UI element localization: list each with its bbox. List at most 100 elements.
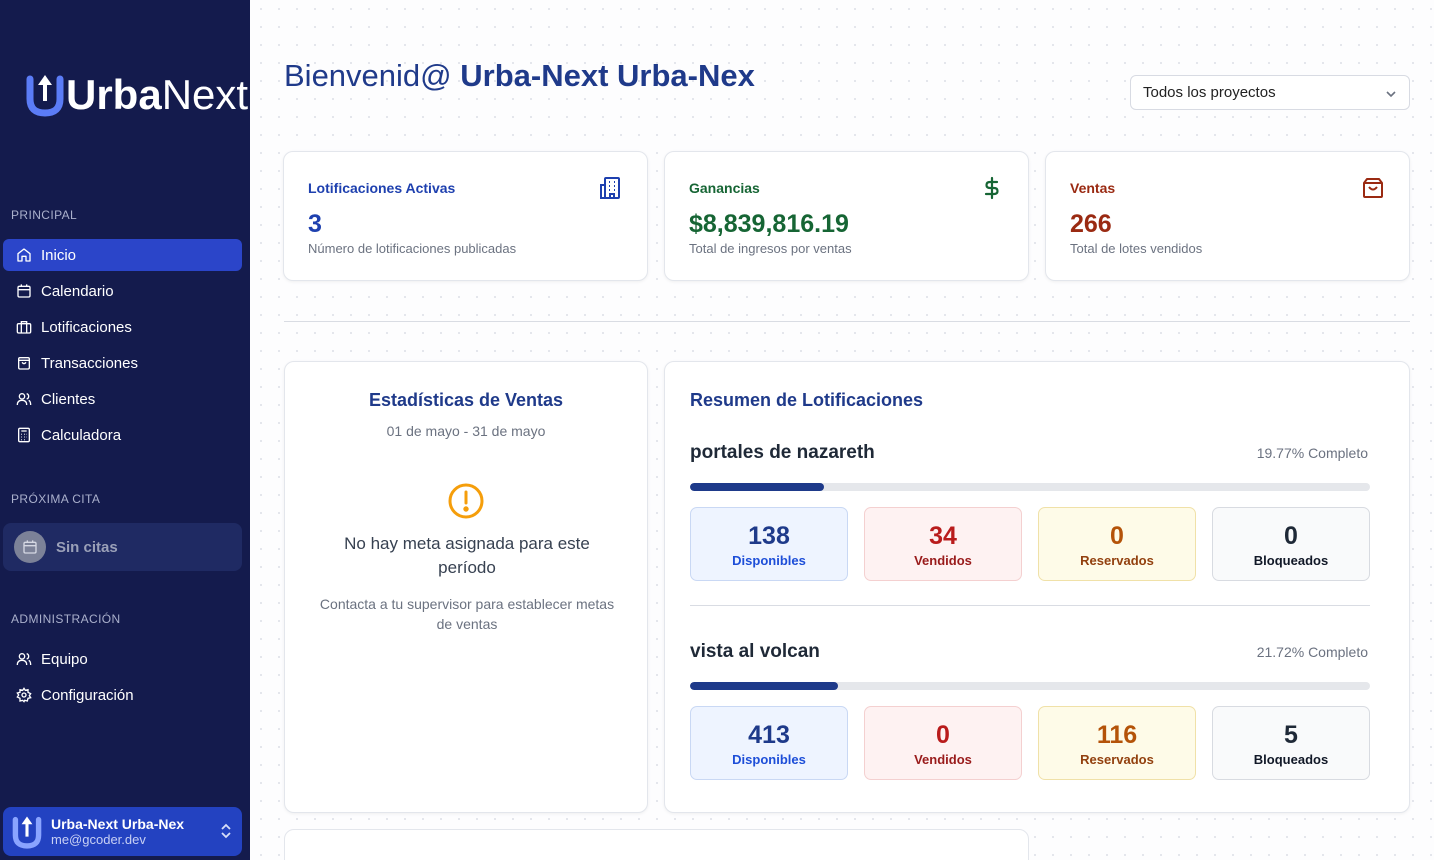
stat-box-label: Reservados (1080, 752, 1154, 767)
user-email: me@gcoder.dev (51, 832, 146, 847)
project-progress-bar (690, 682, 1370, 690)
appointment-status: Sin citas (56, 538, 118, 556)
project-completion: 19.77% Completo (1256, 445, 1368, 461)
stat-box-label: Vendidos (914, 553, 972, 568)
stat-box-value: 0 (936, 721, 950, 749)
sidebar-item-clientes[interactable]: Clientes (3, 383, 242, 415)
user-profile-menu[interactable]: Urba-Next Urba-Nex me@gcoder.dev (3, 807, 242, 856)
sidebar-item-configuracion[interactable]: Configuración (3, 679, 242, 711)
calculator-icon (15, 426, 33, 444)
user-name: Urba-Next Urba-Nex (51, 816, 185, 832)
stat-title: Lotificaciones Activas (308, 180, 456, 196)
gear-icon (15, 686, 33, 704)
stat-box-label: Vendidos (914, 752, 972, 767)
next-appointment-card[interactable]: Sin citas (3, 523, 242, 571)
lotificaciones-summary-panel: Resumen de Lotificaciones portales de na… (664, 361, 1410, 813)
stat-box-label: Bloqueados (1253, 553, 1329, 568)
sidebar-item-label: Lotificaciones (41, 318, 132, 336)
sidebar-item-label: Calendario (41, 282, 114, 300)
stat-box-vendidos: 34 Vendidos (864, 507, 1022, 581)
section-label-proxima-cita: PRÓXIMA CITA (11, 492, 101, 506)
project-progress-fill (690, 682, 838, 690)
stat-box-disponibles: 138 Disponibles (690, 507, 848, 581)
building-icon (15, 318, 33, 336)
stat-card-ganancias: Ganancias $8,839,816.19 Total de ingreso… (664, 151, 1029, 281)
shopping-bag-icon (15, 354, 33, 372)
sidebar: UrbaNext PRINCIPAL Inicio Calendario Lot… (0, 0, 250, 860)
sidebar-item-label: Equipo (41, 650, 88, 668)
home-icon (15, 246, 33, 264)
project-completion: 21.72% Completo (1256, 644, 1368, 660)
sidebar-item-equipo[interactable]: Equipo (3, 643, 242, 675)
stat-box-value: 34 (929, 522, 957, 550)
calendar-icon (14, 531, 46, 563)
section-label-administracion: ADMINISTRACIÓN (11, 612, 121, 626)
sidebar-item-transacciones[interactable]: Transacciones (3, 347, 242, 379)
chevron-up-down-icon (220, 822, 232, 845)
stat-value: 3 (308, 210, 322, 238)
calendar-icon (15, 282, 33, 300)
stat-box-reservados: 116 Reservados (1038, 706, 1196, 780)
stat-box-bloqueados: 5 Bloqueados (1212, 706, 1370, 780)
brand-logo[interactable]: UrbaNext (26, 70, 248, 120)
stat-box-value: 0 (1110, 522, 1124, 550)
stat-card-lotificaciones: Lotificaciones Activas 3 Número de lotif… (283, 151, 648, 281)
stat-box-bloqueados: 0 Bloqueados (1212, 507, 1370, 581)
stat-value: 266 (1070, 210, 1112, 238)
sidebar-item-label: Calculadora (41, 426, 122, 444)
sales-stats-date-range: 01 de mayo - 31 de mayo (386, 423, 546, 439)
sidebar-item-label: Inicio (41, 246, 77, 264)
greeting-text: Bienvenid@ (284, 58, 461, 93)
project-divider (690, 605, 1370, 606)
stat-box-value: 116 (1096, 721, 1138, 749)
urbanext-u-icon (26, 75, 64, 117)
sidebar-item-label: Transacciones (41, 354, 138, 372)
project-progress-fill (690, 483, 825, 491)
stat-value: $8,839,816.19 (689, 210, 849, 238)
stat-box-value: 5 (1284, 721, 1298, 749)
stat-box-reservados: 0 Reservados (1038, 507, 1196, 581)
stat-box-value: 0 (1284, 522, 1298, 550)
stat-box-label: Reservados (1080, 553, 1154, 568)
project-select[interactable]: Todos los proyectos (1130, 75, 1410, 110)
contact-supervisor-message: Contacta a tu supervisor para establecer… (319, 596, 615, 632)
stat-title: Ventas (1070, 180, 1116, 196)
project-name: vista al volcan (690, 641, 820, 662)
building-icon (599, 176, 623, 205)
brand-name: UrbaNext (66, 74, 248, 116)
sidebar-item-lotificaciones[interactable]: Lotificaciones (3, 311, 242, 343)
sales-stats-panel: Estadísticas de Ventas 01 de mayo - 31 d… (284, 361, 648, 813)
stat-subtitle: Total de ingresos por ventas (689, 241, 852, 256)
chevron-down-icon (1385, 87, 1397, 104)
sidebar-item-label: Clientes (41, 390, 96, 408)
no-goal-message: No hay meta asignada para este período (344, 534, 590, 577)
stat-title: Ganancias (689, 180, 760, 196)
brand-name-light: Next (161, 71, 249, 118)
stat-box-label: Disponibles (732, 553, 806, 568)
greeting-user-name: Urba-Next Urba-Nex (460, 58, 755, 93)
stat-subtitle: Número de lotificaciones publicadas (308, 241, 517, 256)
stat-box-label: Bloqueados (1253, 752, 1329, 767)
stat-subtitle: Total de lotes vendidos (1070, 241, 1203, 256)
section-divider (284, 321, 1410, 322)
users-icon (15, 390, 33, 408)
sales-stats-title: Estadísticas de Ventas (368, 390, 564, 410)
project-select-value: Todos los proyectos (1143, 84, 1276, 101)
stat-box-value: 413 (748, 721, 790, 749)
stat-box-vendidos: 0 Vendidos (864, 706, 1022, 780)
shopping-bag-icon (1361, 176, 1385, 205)
user-avatar (9, 814, 45, 850)
stat-box-label: Disponibles (732, 752, 806, 767)
stat-box-disponibles: 413 Disponibles (690, 706, 848, 780)
stat-card-ventas: Ventas 266 Total de lotes vendidos (1045, 151, 1410, 281)
brand-name-bold: Urba (66, 71, 162, 118)
project-name: portales de nazareth (690, 442, 875, 463)
next-panel-card (284, 829, 1029, 860)
dollar-icon (980, 176, 1004, 205)
sidebar-item-calendario[interactable]: Calendario (3, 275, 242, 307)
sidebar-item-inicio[interactable]: Inicio (3, 239, 242, 271)
sidebar-item-label: Configuración (41, 686, 134, 704)
stat-box-value: 138 (748, 522, 790, 550)
section-label-principal: PRINCIPAL (11, 208, 78, 222)
sidebar-item-calculadora[interactable]: Calculadora (3, 419, 242, 451)
